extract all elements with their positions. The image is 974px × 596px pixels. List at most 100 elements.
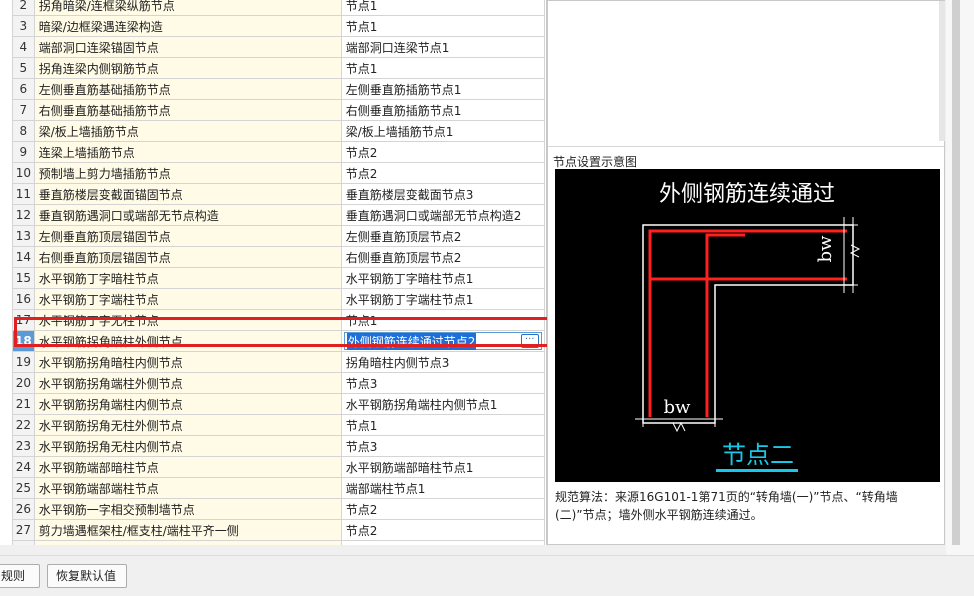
- rule-value[interactable]: 节点2: [340, 162, 545, 184]
- rule-name[interactable]: 左侧垂直筋顶层锚固节点: [33, 225, 342, 247]
- table-row[interactable]: 20 水平钢筋拐角端柱外侧节点 节点3: [12, 372, 545, 394]
- rule-name[interactable]: 右侧垂直筋基础插筋节点: [33, 99, 342, 121]
- table-row[interactable]: 8 梁/板上墙插筋节点 梁/板上墙插筋节点1: [12, 120, 545, 142]
- rule-name[interactable]: 水平钢筋斜交丁字墙节点: [33, 540, 342, 545]
- row-number[interactable]: 11: [12, 183, 35, 205]
- table-row[interactable]: 16 水平钢筋丁字端柱节点 水平钢筋丁字端柱节点1: [12, 288, 545, 310]
- rule-name[interactable]: 垂直钢筋遇洞口或端部无节点构造: [33, 204, 342, 226]
- rule-value[interactable]: 节点3: [340, 372, 545, 394]
- rule-name[interactable]: 连梁上墙插筋节点: [33, 141, 342, 163]
- rules-button[interactable]: 规则: [0, 564, 40, 588]
- table-row[interactable]: 28水平钢筋斜交丁字墙节点节点1: [12, 540, 545, 545]
- row-number[interactable]: 26: [12, 498, 35, 520]
- table-row[interactable]: 21 水平钢筋拐角端柱内侧节点 水平钢筋拐角端柱内侧节点1: [12, 393, 545, 415]
- row-number[interactable]: 9: [12, 141, 35, 163]
- row-number[interactable]: 24: [12, 456, 35, 478]
- rule-value[interactable]: 节点1: [340, 57, 545, 79]
- table-row[interactable]: 25 水平钢筋端部端柱节点 端部端柱节点1: [12, 477, 545, 499]
- rule-value[interactable]: 端部端柱节点1: [340, 477, 545, 499]
- table-row[interactable]: 13 左侧垂直筋顶层锚固节点 左侧垂直筋顶层节点2: [12, 225, 545, 247]
- rule-value[interactable]: 节点1: [340, 540, 545, 545]
- rule-value[interactable]: 节点2: [340, 498, 545, 520]
- table-row[interactable]: 5 拐角连梁内侧钢筋节点 节点1: [12, 57, 545, 79]
- rule-value[interactable]: 节点2: [340, 519, 545, 541]
- rule-name[interactable]: 水平钢筋丁字端柱节点: [33, 288, 342, 310]
- rule-name[interactable]: 梁/板上墙插筋节点: [33, 120, 342, 142]
- row-number[interactable]: 19: [12, 351, 35, 373]
- row-number[interactable]: 23: [12, 435, 35, 457]
- row-number[interactable]: 20: [12, 372, 35, 394]
- table-row[interactable]: 23 水平钢筋拐角无柱内侧节点 节点3: [12, 435, 545, 457]
- row-number[interactable]: 28: [12, 540, 35, 545]
- rule-value[interactable]: 节点1: [340, 15, 545, 37]
- row-number[interactable]: 10: [12, 162, 35, 184]
- table-row[interactable]: 9 连梁上墙插筋节点 节点2: [12, 141, 545, 163]
- rule-name[interactable]: 剪力墙遇框架柱/框支柱/端柱平齐一侧: [33, 519, 342, 541]
- more-options-icon[interactable]: ···: [520, 334, 539, 348]
- rule-value[interactable]: 垂直筋楼层变截面节点3: [340, 183, 545, 205]
- rule-value[interactable]: 节点3: [340, 435, 545, 457]
- rule-value[interactable]: 水平钢筋丁字端柱节点1: [340, 288, 545, 310]
- rule-value[interactable]: 水平钢筋拐角端柱内侧节点1: [340, 393, 545, 415]
- rule-name[interactable]: 拐角暗梁/连框梁纵筋节点: [33, 0, 342, 16]
- upper-scrollbar[interactable]: [939, 1, 945, 141]
- rule-value[interactable]: 水平钢筋丁字暗柱节点1: [340, 267, 545, 289]
- row-number[interactable]: 14: [12, 246, 35, 268]
- row-number[interactable]: 6: [12, 78, 35, 100]
- table-row[interactable]: 7 右侧垂直筋基础插筋节点 右侧垂直筋插筋节点1: [12, 99, 545, 121]
- table-row[interactable]: 3 暗梁/边框梁遇连梁构造 节点1: [12, 15, 545, 37]
- rule-name[interactable]: 水平钢筋拐角暗柱外侧节点: [33, 330, 342, 352]
- rule-name[interactable]: 右侧垂直筋顶层锚固节点: [33, 246, 342, 268]
- table-row[interactable]: 27 剪力墙遇框架柱/框支柱/端柱平齐一侧 节点2: [12, 519, 545, 541]
- table-row[interactable]: 26 水平钢筋一字相交预制墙节点 节点2: [12, 498, 545, 520]
- rule-value[interactable]: 拐角暗柱内侧节点3: [340, 351, 545, 373]
- outer-scrollbar[interactable]: [946, 0, 974, 560]
- rule-name[interactable]: 水平钢筋丁字无柱节点: [33, 309, 342, 331]
- row-number[interactable]: 16: [12, 288, 35, 310]
- table-row[interactable]: 18 水平钢筋拐角暗柱外侧节点 外侧钢筋连续通过节点2 ···: [12, 330, 545, 352]
- rule-name[interactable]: 左侧垂直筋基础插筋节点: [33, 78, 342, 100]
- table-row[interactable]: 4 端部洞口连梁锚固节点 端部洞口连梁节点1: [12, 36, 545, 58]
- rule-name[interactable]: 水平钢筋拐角无柱内侧节点: [33, 435, 342, 457]
- rule-value[interactable]: 左侧垂直筋插筋节点1: [340, 78, 545, 100]
- rule-value-editor[interactable]: 外侧钢筋连续通过节点2 ···: [343, 332, 542, 350]
- table-row[interactable]: 6 左侧垂直筋基础插筋节点 左侧垂直筋插筋节点1: [12, 78, 545, 100]
- rule-value[interactable]: 节点2: [340, 141, 545, 163]
- rule-value[interactable]: 垂直筋遇洞口或端部无节点构造2: [340, 204, 545, 226]
- table-row[interactable]: 22 水平钢筋拐角无柱外侧节点 节点1: [12, 414, 545, 436]
- rule-value[interactable]: 右侧垂直筋顶层节点2: [340, 246, 545, 268]
- rule-value[interactable]: 外侧钢筋连续通过节点2 ···: [340, 330, 545, 352]
- table-row[interactable]: 15 水平钢筋丁字暗柱节点 水平钢筋丁字暗柱节点1: [12, 267, 545, 289]
- rule-name[interactable]: 水平钢筋拐角暗柱内侧节点: [33, 351, 342, 373]
- row-number[interactable]: 3: [12, 15, 35, 37]
- rule-value[interactable]: 节点1: [340, 414, 545, 436]
- table-row[interactable]: 11 垂直筋楼层变截面锚固节点 垂直筋楼层变截面节点3: [12, 183, 545, 205]
- row-number[interactable]: 21: [12, 393, 35, 415]
- row-number[interactable]: 25: [12, 477, 35, 499]
- rule-name[interactable]: 垂直筋楼层变截面锚固节点: [33, 183, 342, 205]
- row-number[interactable]: 5: [12, 57, 35, 79]
- rule-name[interactable]: 水平钢筋丁字暗柱节点: [33, 267, 342, 289]
- row-number[interactable]: 8: [12, 120, 35, 142]
- row-number[interactable]: 12: [12, 204, 35, 226]
- outer-scrollbar-track[interactable]: [952, 0, 960, 545]
- rule-value[interactable]: 水平钢筋端部暗柱节点1: [340, 456, 545, 478]
- rule-name[interactable]: 水平钢筋端部端柱节点: [33, 477, 342, 499]
- rule-value[interactable]: 右侧垂直筋插筋节点1: [340, 99, 545, 121]
- row-number[interactable]: 15: [12, 267, 35, 289]
- row-number[interactable]: 2: [12, 0, 35, 16]
- table-row[interactable]: 12 垂直钢筋遇洞口或端部无节点构造 垂直筋遇洞口或端部无节点构造2: [12, 204, 545, 226]
- row-number[interactable]: 17: [12, 309, 35, 331]
- rule-value[interactable]: 节点1: [340, 309, 545, 331]
- rule-value[interactable]: 端部洞口连梁节点1: [340, 36, 545, 58]
- row-number[interactable]: 18: [12, 330, 35, 352]
- row-number[interactable]: 4: [12, 36, 35, 58]
- row-number[interactable]: 22: [12, 414, 35, 436]
- table-row[interactable]: 19 水平钢筋拐角暗柱内侧节点 拐角暗柱内侧节点3: [12, 351, 545, 373]
- rule-name[interactable]: 暗梁/边框梁遇连梁构造: [33, 15, 342, 37]
- rule-name[interactable]: 水平钢筋拐角无柱外侧节点: [33, 414, 342, 436]
- table-row[interactable]: 24 水平钢筋端部暗柱节点 水平钢筋端部暗柱节点1: [12, 456, 545, 478]
- rule-value-selected-text[interactable]: 外侧钢筋连续通过节点2: [346, 332, 477, 350]
- rule-value[interactable]: 节点1: [340, 0, 545, 16]
- table-row[interactable]: 17 水平钢筋丁字无柱节点 节点1: [12, 309, 545, 331]
